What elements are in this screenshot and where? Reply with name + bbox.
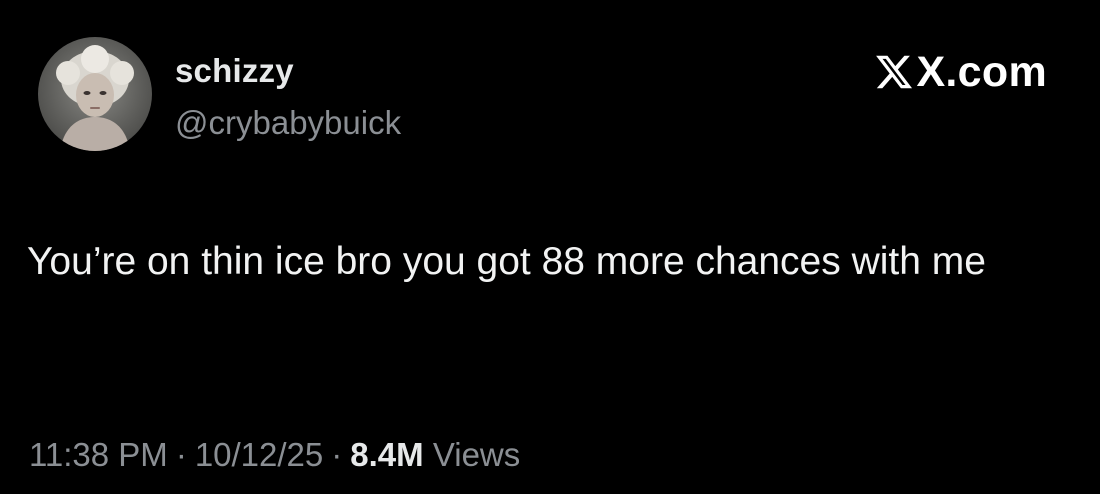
- tweet-time[interactable]: 11:38 PM: [29, 436, 168, 473]
- tweet-metadata: 11:38 PM · 10/12/25 · 8.4M Views: [29, 436, 520, 474]
- display-name[interactable]: schizzy: [175, 52, 294, 90]
- x-logo-icon: [876, 55, 913, 89]
- avatar[interactable]: [38, 37, 152, 151]
- user-handle[interactable]: @crybabybuick: [175, 104, 401, 142]
- tweet-date[interactable]: 10/12/25: [195, 436, 323, 473]
- brand-text: X.com: [916, 48, 1047, 96]
- separator-dot: ·: [175, 436, 187, 473]
- separator-dot: ·: [331, 436, 343, 473]
- avatar-image: [56, 45, 134, 151]
- views-label: Views: [432, 436, 521, 473]
- tweet-card: schizzy @crybabybuick X.com You’re on th…: [0, 0, 1100, 494]
- tweet-text: You’re on thin ice bro you got 88 more c…: [27, 240, 986, 283]
- views-count[interactable]: 8.4M: [350, 436, 423, 473]
- brand-logo: X.com: [874, 48, 1047, 96]
